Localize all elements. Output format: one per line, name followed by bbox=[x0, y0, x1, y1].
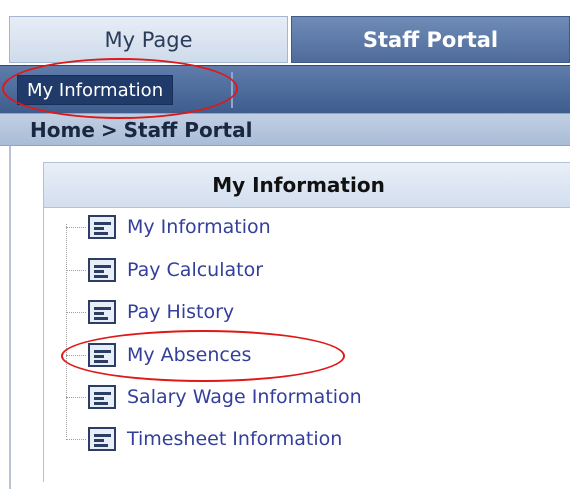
sub-navigation-bar: My Information bbox=[0, 65, 570, 114]
tree-branch bbox=[66, 226, 86, 228]
tree-item-label[interactable]: My Absences bbox=[127, 344, 251, 366]
tree-branch bbox=[66, 354, 86, 356]
tree-branch bbox=[66, 396, 86, 398]
subnav-divider bbox=[231, 72, 233, 108]
breadcrumb-separator: > bbox=[100, 117, 118, 142]
tree-item-salary-wage-information[interactable]: Salary Wage Information bbox=[66, 382, 362, 412]
tree-branch bbox=[66, 269, 86, 271]
breadcrumb-home[interactable]: Home bbox=[30, 118, 95, 142]
tree-item-my-absences[interactable]: My Absences bbox=[66, 340, 251, 370]
left-border-rule bbox=[9, 146, 11, 489]
tab-staff-portal[interactable]: Staff Portal bbox=[291, 16, 570, 63]
tree-item-label[interactable]: Pay Calculator bbox=[127, 259, 263, 281]
tree-item-label[interactable]: Timesheet Information bbox=[127, 428, 342, 450]
tree-item-label[interactable]: My Information bbox=[127, 216, 271, 238]
tree-branch bbox=[66, 438, 86, 440]
tree-item-pay-calculator[interactable]: Pay Calculator bbox=[66, 255, 263, 285]
tree-item-label[interactable]: Salary Wage Information bbox=[127, 386, 362, 408]
tree-item-pay-history[interactable]: Pay History bbox=[66, 297, 234, 327]
panel-title: My Information bbox=[44, 163, 570, 208]
document-list-icon bbox=[88, 215, 116, 239]
subnav-item-my-information[interactable]: My Information bbox=[17, 75, 174, 105]
document-list-icon bbox=[88, 258, 116, 282]
document-list-icon bbox=[88, 300, 116, 324]
tree-item-timesheet-information[interactable]: Timesheet Information bbox=[66, 424, 342, 454]
tab-my-page[interactable]: My Page bbox=[9, 16, 288, 63]
document-list-icon bbox=[88, 385, 116, 409]
tree-item-my-information[interactable]: My Information bbox=[66, 212, 271, 242]
top-tab-bar: My Page Staff Portal bbox=[0, 0, 570, 65]
tree-item-label[interactable]: Pay History bbox=[127, 301, 234, 323]
document-list-icon bbox=[88, 427, 116, 451]
document-list-icon bbox=[88, 343, 116, 367]
tree-branch bbox=[66, 311, 86, 313]
breadcrumb: Home > Staff Portal bbox=[0, 113, 570, 146]
breadcrumb-current: Staff Portal bbox=[123, 117, 253, 142]
